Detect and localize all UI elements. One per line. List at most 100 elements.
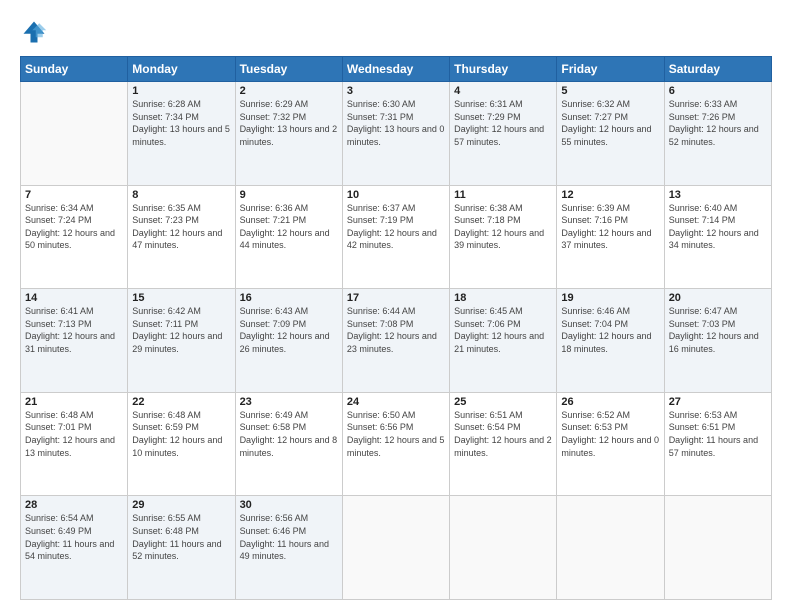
day-info: Sunrise: 6:42 AMSunset: 7:11 PMDaylight:… <box>132 305 230 355</box>
calendar-day-cell: 4Sunrise: 6:31 AMSunset: 7:29 PMDaylight… <box>450 82 557 186</box>
day-number: 29 <box>132 499 230 511</box>
calendar-day-cell: 22Sunrise: 6:48 AMSunset: 6:59 PMDayligh… <box>128 392 235 496</box>
day-info: Sunrise: 6:47 AMSunset: 7:03 PMDaylight:… <box>669 305 767 355</box>
calendar-day-cell: 1Sunrise: 6:28 AMSunset: 7:34 PMDaylight… <box>128 82 235 186</box>
day-info: Sunrise: 6:49 AMSunset: 6:58 PMDaylight:… <box>240 409 338 459</box>
logo-icon <box>20 18 48 46</box>
day-info: Sunrise: 6:43 AMSunset: 7:09 PMDaylight:… <box>240 305 338 355</box>
day-number: 12 <box>561 189 659 201</box>
day-number: 27 <box>669 396 767 408</box>
day-info: Sunrise: 6:34 AMSunset: 7:24 PMDaylight:… <box>25 202 123 252</box>
day-info: Sunrise: 6:46 AMSunset: 7:04 PMDaylight:… <box>561 305 659 355</box>
day-info: Sunrise: 6:48 AMSunset: 7:01 PMDaylight:… <box>25 409 123 459</box>
weekday-header: Tuesday <box>235 57 342 82</box>
weekday-header: Thursday <box>450 57 557 82</box>
calendar-day-cell: 8Sunrise: 6:35 AMSunset: 7:23 PMDaylight… <box>128 185 235 289</box>
day-info: Sunrise: 6:50 AMSunset: 6:56 PMDaylight:… <box>347 409 445 459</box>
calendar-day-cell: 14Sunrise: 6:41 AMSunset: 7:13 PMDayligh… <box>21 289 128 393</box>
day-number: 6 <box>669 85 767 97</box>
day-number: 23 <box>240 396 338 408</box>
calendar-day-cell: 25Sunrise: 6:51 AMSunset: 6:54 PMDayligh… <box>450 392 557 496</box>
day-number: 9 <box>240 189 338 201</box>
calendar-day-cell: 24Sunrise: 6:50 AMSunset: 6:56 PMDayligh… <box>342 392 449 496</box>
calendar-day-cell: 23Sunrise: 6:49 AMSunset: 6:58 PMDayligh… <box>235 392 342 496</box>
calendar-week-row: 21Sunrise: 6:48 AMSunset: 7:01 PMDayligh… <box>21 392 772 496</box>
day-info: Sunrise: 6:39 AMSunset: 7:16 PMDaylight:… <box>561 202 659 252</box>
calendar-day-cell: 16Sunrise: 6:43 AMSunset: 7:09 PMDayligh… <box>235 289 342 393</box>
calendar-day-cell: 19Sunrise: 6:46 AMSunset: 7:04 PMDayligh… <box>557 289 664 393</box>
day-number: 24 <box>347 396 445 408</box>
day-info: Sunrise: 6:48 AMSunset: 6:59 PMDaylight:… <box>132 409 230 459</box>
weekday-header: Wednesday <box>342 57 449 82</box>
day-number: 26 <box>561 396 659 408</box>
day-number: 21 <box>25 396 123 408</box>
day-number: 1 <box>132 85 230 97</box>
day-number: 4 <box>454 85 552 97</box>
day-info: Sunrise: 6:40 AMSunset: 7:14 PMDaylight:… <box>669 202 767 252</box>
day-number: 15 <box>132 292 230 304</box>
calendar-day-cell: 29Sunrise: 6:55 AMSunset: 6:48 PMDayligh… <box>128 496 235 600</box>
logo <box>20 18 52 46</box>
day-number: 2 <box>240 85 338 97</box>
calendar-day-cell <box>342 496 449 600</box>
calendar-table: SundayMondayTuesdayWednesdayThursdayFrid… <box>20 56 772 600</box>
day-number: 5 <box>561 85 659 97</box>
calendar-day-cell: 15Sunrise: 6:42 AMSunset: 7:11 PMDayligh… <box>128 289 235 393</box>
calendar-day-cell: 26Sunrise: 6:52 AMSunset: 6:53 PMDayligh… <box>557 392 664 496</box>
calendar-day-cell: 27Sunrise: 6:53 AMSunset: 6:51 PMDayligh… <box>664 392 771 496</box>
calendar-day-cell: 30Sunrise: 6:56 AMSunset: 6:46 PMDayligh… <box>235 496 342 600</box>
day-info: Sunrise: 6:44 AMSunset: 7:08 PMDaylight:… <box>347 305 445 355</box>
calendar-day-cell <box>557 496 664 600</box>
calendar-day-cell: 9Sunrise: 6:36 AMSunset: 7:21 PMDaylight… <box>235 185 342 289</box>
calendar-week-row: 28Sunrise: 6:54 AMSunset: 6:49 PMDayligh… <box>21 496 772 600</box>
day-info: Sunrise: 6:56 AMSunset: 6:46 PMDaylight:… <box>240 512 338 562</box>
day-info: Sunrise: 6:51 AMSunset: 6:54 PMDaylight:… <box>454 409 552 459</box>
header <box>20 18 772 46</box>
day-info: Sunrise: 6:33 AMSunset: 7:26 PMDaylight:… <box>669 98 767 148</box>
calendar-day-cell: 11Sunrise: 6:38 AMSunset: 7:18 PMDayligh… <box>450 185 557 289</box>
day-number: 8 <box>132 189 230 201</box>
day-number: 16 <box>240 292 338 304</box>
day-info: Sunrise: 6:37 AMSunset: 7:19 PMDaylight:… <box>347 202 445 252</box>
day-number: 11 <box>454 189 552 201</box>
calendar-day-cell: 5Sunrise: 6:32 AMSunset: 7:27 PMDaylight… <box>557 82 664 186</box>
day-info: Sunrise: 6:29 AMSunset: 7:32 PMDaylight:… <box>240 98 338 148</box>
calendar-header-row: SundayMondayTuesdayWednesdayThursdayFrid… <box>21 57 772 82</box>
calendar-day-cell: 17Sunrise: 6:44 AMSunset: 7:08 PMDayligh… <box>342 289 449 393</box>
calendar-day-cell: 28Sunrise: 6:54 AMSunset: 6:49 PMDayligh… <box>21 496 128 600</box>
day-number: 22 <box>132 396 230 408</box>
calendar-day-cell: 10Sunrise: 6:37 AMSunset: 7:19 PMDayligh… <box>342 185 449 289</box>
day-number: 10 <box>347 189 445 201</box>
day-number: 14 <box>25 292 123 304</box>
day-number: 25 <box>454 396 552 408</box>
day-info: Sunrise: 6:53 AMSunset: 6:51 PMDaylight:… <box>669 409 767 459</box>
day-info: Sunrise: 6:38 AMSunset: 7:18 PMDaylight:… <box>454 202 552 252</box>
day-info: Sunrise: 6:54 AMSunset: 6:49 PMDaylight:… <box>25 512 123 562</box>
day-info: Sunrise: 6:28 AMSunset: 7:34 PMDaylight:… <box>132 98 230 148</box>
day-info: Sunrise: 6:55 AMSunset: 6:48 PMDaylight:… <box>132 512 230 562</box>
weekday-header: Friday <box>557 57 664 82</box>
calendar-day-cell <box>664 496 771 600</box>
day-number: 28 <box>25 499 123 511</box>
calendar-day-cell: 12Sunrise: 6:39 AMSunset: 7:16 PMDayligh… <box>557 185 664 289</box>
day-info: Sunrise: 6:32 AMSunset: 7:27 PMDaylight:… <box>561 98 659 148</box>
day-info: Sunrise: 6:45 AMSunset: 7:06 PMDaylight:… <box>454 305 552 355</box>
calendar-day-cell: 20Sunrise: 6:47 AMSunset: 7:03 PMDayligh… <box>664 289 771 393</box>
day-number: 13 <box>669 189 767 201</box>
day-number: 30 <box>240 499 338 511</box>
day-info: Sunrise: 6:36 AMSunset: 7:21 PMDaylight:… <box>240 202 338 252</box>
calendar-day-cell: 2Sunrise: 6:29 AMSunset: 7:32 PMDaylight… <box>235 82 342 186</box>
weekday-header: Monday <box>128 57 235 82</box>
calendar-day-cell: 18Sunrise: 6:45 AMSunset: 7:06 PMDayligh… <box>450 289 557 393</box>
day-info: Sunrise: 6:31 AMSunset: 7:29 PMDaylight:… <box>454 98 552 148</box>
calendar-day-cell: 21Sunrise: 6:48 AMSunset: 7:01 PMDayligh… <box>21 392 128 496</box>
day-number: 18 <box>454 292 552 304</box>
day-number: 17 <box>347 292 445 304</box>
calendar-week-row: 7Sunrise: 6:34 AMSunset: 7:24 PMDaylight… <box>21 185 772 289</box>
calendar-day-cell: 7Sunrise: 6:34 AMSunset: 7:24 PMDaylight… <box>21 185 128 289</box>
calendar-week-row: 1Sunrise: 6:28 AMSunset: 7:34 PMDaylight… <box>21 82 772 186</box>
day-info: Sunrise: 6:35 AMSunset: 7:23 PMDaylight:… <box>132 202 230 252</box>
day-number: 7 <box>25 189 123 201</box>
weekday-header: Saturday <box>664 57 771 82</box>
day-number: 20 <box>669 292 767 304</box>
